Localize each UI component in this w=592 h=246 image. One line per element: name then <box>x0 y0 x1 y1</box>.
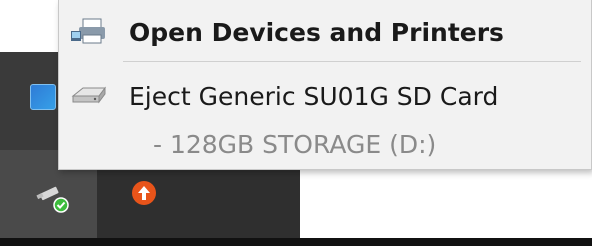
storage-volume-label: - 128GB STORAGE (D:) <box>153 130 437 159</box>
usb-safely-remove-icon[interactable] <box>34 180 74 216</box>
storage-volume-item: - 128GB STORAGE (D:) <box>59 124 591 164</box>
open-devices-printers-label: Open Devices and Printers <box>129 18 504 47</box>
devices-printers-icon <box>69 17 109 51</box>
update-arrow-icon[interactable] <box>131 180 157 206</box>
drive-icon <box>69 84 109 112</box>
context-menu: Open Devices and Printers Eject Generic … <box>58 0 592 170</box>
menu-separator <box>123 61 581 62</box>
eject-sd-card-label: Eject Generic SU01G SD Card <box>129 82 499 111</box>
eject-sd-card-item[interactable]: Eject Generic SU01G SD Card <box>59 72 591 118</box>
app-icon[interactable] <box>30 84 56 110</box>
open-devices-printers-item[interactable]: Open Devices and Printers <box>59 8 591 54</box>
taskbar-bottom-edge <box>0 238 592 246</box>
